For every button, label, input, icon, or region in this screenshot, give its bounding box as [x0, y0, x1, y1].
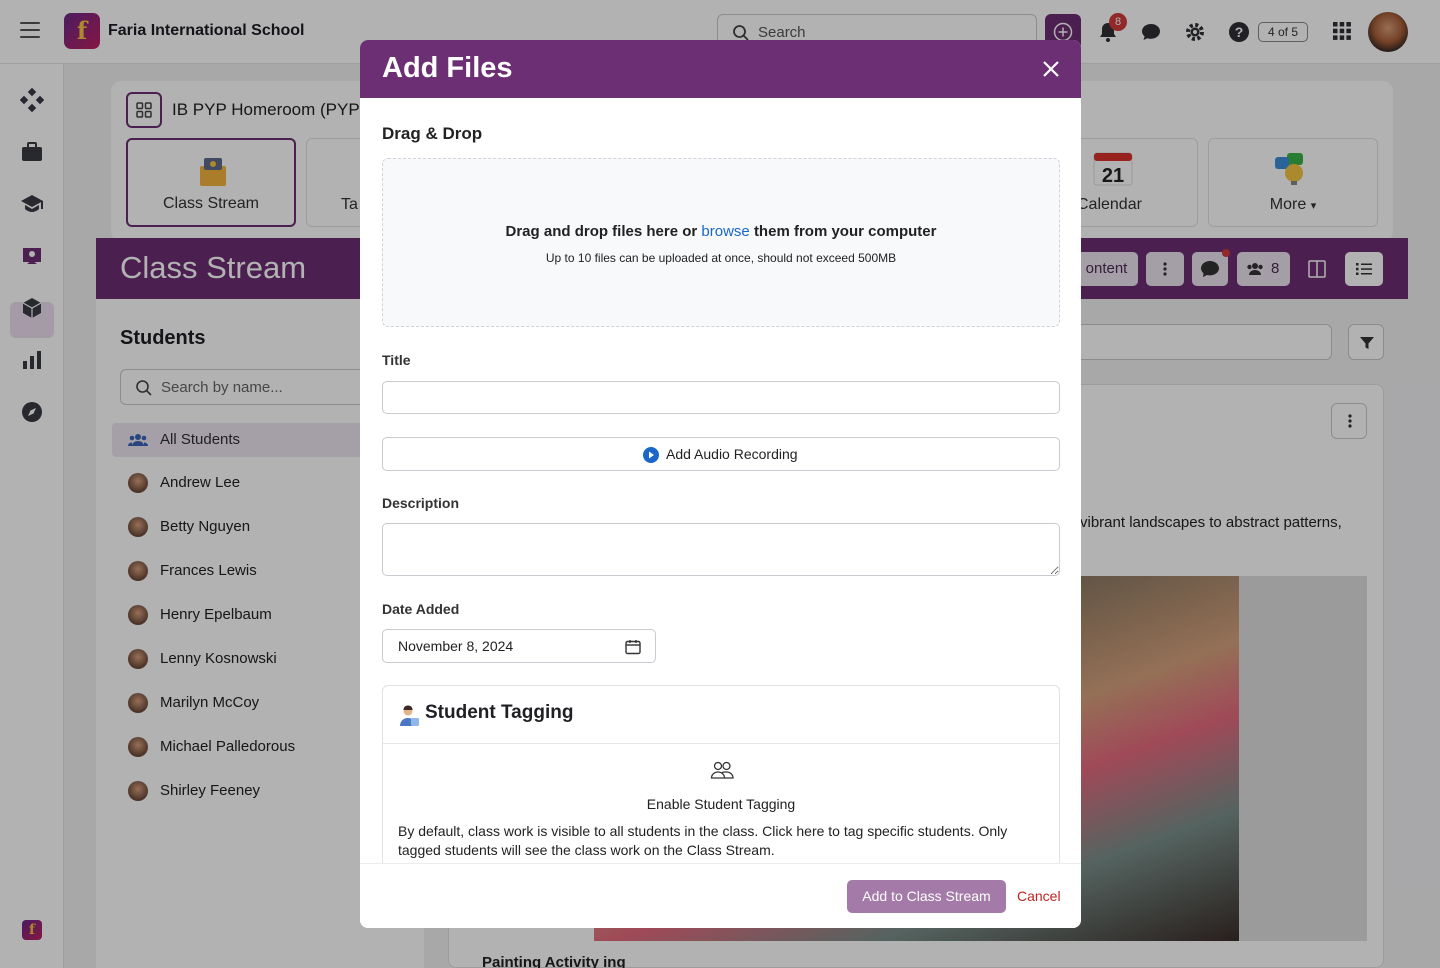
modal-header: Add Files	[360, 40, 1081, 98]
people-outline-icon[interactable]	[710, 760, 734, 780]
dragdrop-heading: Drag & Drop	[382, 124, 483, 143]
date-added-label: Date Added	[382, 601, 460, 617]
dropzone-hint: Up to 10 files can be uploaded at once, …	[545, 251, 897, 265]
title-input[interactable]	[382, 381, 1060, 414]
tagging-heading: Student Tagging	[425, 702, 574, 723]
modal-title: Add Files	[382, 52, 513, 84]
title-label: Title	[382, 352, 411, 368]
calendar-icon[interactable]	[625, 639, 641, 655]
add-to-class-stream-button[interactable]: Add to Class Stream	[847, 880, 1006, 913]
date-value: November 8, 2024	[398, 638, 514, 654]
dropzone-text: Drag and drop files here or browse them …	[505, 223, 937, 240]
student-tagging-section: Student Tagging Enable Student Tagging B…	[382, 685, 1060, 875]
browse-link[interactable]: browse	[701, 223, 749, 240]
add-audio-label: Add Audio Recording	[666, 446, 798, 462]
modal-footer: Add to Class Stream Cancel	[360, 863, 1081, 928]
student-tag-icon	[400, 705, 419, 726]
play-circle-icon	[643, 447, 659, 463]
close-icon[interactable]	[1040, 58, 1062, 80]
tagging-description: By default, class work is visible to all…	[398, 823, 1008, 858]
add-files-modal: Add Files Drag & Drop Drag and drop file…	[360, 40, 1081, 928]
cancel-button[interactable]: Cancel	[1017, 888, 1061, 904]
description-label: Description	[382, 495, 460, 511]
add-audio-button[interactable]: Add Audio Recording	[382, 437, 1060, 471]
date-added-input[interactable]: November 8, 2024	[382, 629, 656, 663]
description-textarea[interactable]	[382, 523, 1060, 576]
enable-tagging-link[interactable]: Enable Student Tagging	[383, 796, 1059, 812]
tagging-header: Student Tagging	[383, 686, 1059, 744]
file-dropzone[interactable]: Drag and drop files here or browse them …	[382, 158, 1060, 327]
